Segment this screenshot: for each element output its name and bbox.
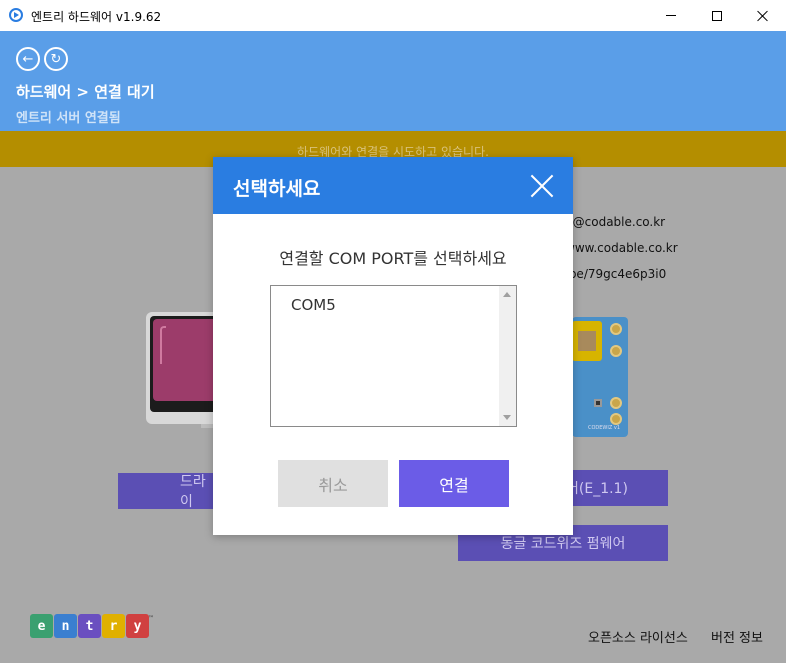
contact-email[interactable]: 2@codable.co.kr (565, 215, 665, 229)
port-listbox[interactable]: COM5 (270, 285, 517, 427)
server-status: 엔트리 서버 연결됨 (16, 111, 121, 126)
cancel-button[interactable]: 취소 (278, 460, 388, 507)
breadcrumb: 하드웨어 > 연결 대기 (16, 83, 155, 101)
dialog-header: 선택하세요 (213, 157, 573, 214)
logo-letter: e (30, 614, 53, 638)
maximize-icon (712, 10, 722, 21)
port-select-dialog: 선택하세요 연결할 COM PORT를 선택하세요 COM5 취소 연결 (213, 157, 573, 535)
arrow-left-icon: ← (22, 51, 34, 67)
contact-website[interactable]: www.codable.co.kr (565, 241, 678, 255)
app-header: ← ↻ 하드웨어 > 연결 대기 엔트리 서버 연결됨 (0, 31, 786, 131)
logo-letter: t (78, 614, 101, 638)
window-close-button[interactable] (740, 0, 786, 31)
minimize-button[interactable] (648, 0, 694, 31)
back-button[interactable]: ← (16, 47, 40, 71)
video-link[interactable]: .be/79gc4e6p3i0 (565, 267, 666, 281)
driver-install-button[interactable]: 드라이 (118, 473, 218, 510)
hardware-board-illustration: CODEWIZ v1 (572, 317, 628, 437)
logo-letter: y (126, 614, 149, 638)
dialog-prompt: 연결할 COM PORT를 선택하세요 (279, 249, 507, 268)
window-title: 엔트리 하드웨어 v1.9.62 (31, 10, 162, 24)
refresh-icon: ↻ (50, 51, 62, 67)
scroll-down-icon[interactable] (503, 415, 511, 420)
window-titlebar: 엔트리 하드웨어 v1.9.62 (0, 0, 786, 31)
dialog-close-icon[interactable] (530, 174, 554, 198)
close-icon (757, 10, 769, 22)
port-option[interactable]: COM5 (291, 296, 336, 314)
port-list-scrollbar[interactable] (499, 286, 516, 426)
connect-button[interactable]: 연결 (399, 460, 509, 507)
entry-logo: e n t r y (30, 614, 149, 638)
refresh-button[interactable]: ↻ (44, 47, 68, 71)
version-info-link[interactable]: 버전 정보 (711, 627, 763, 646)
scroll-up-icon[interactable] (503, 292, 511, 297)
firmware-button[interactable]: 어(E_1.1) (558, 470, 668, 506)
entry-app-icon (9, 8, 23, 22)
logo-letter: r (102, 614, 125, 638)
minimize-icon (666, 15, 676, 16)
trademark-mark: ™ (148, 615, 154, 622)
dialog-title: 선택하세요 (233, 178, 321, 200)
opensource-license-link[interactable]: 오픈소스 라이선스 (588, 627, 688, 646)
logo-letter: n (54, 614, 77, 638)
maximize-button[interactable] (694, 0, 740, 31)
